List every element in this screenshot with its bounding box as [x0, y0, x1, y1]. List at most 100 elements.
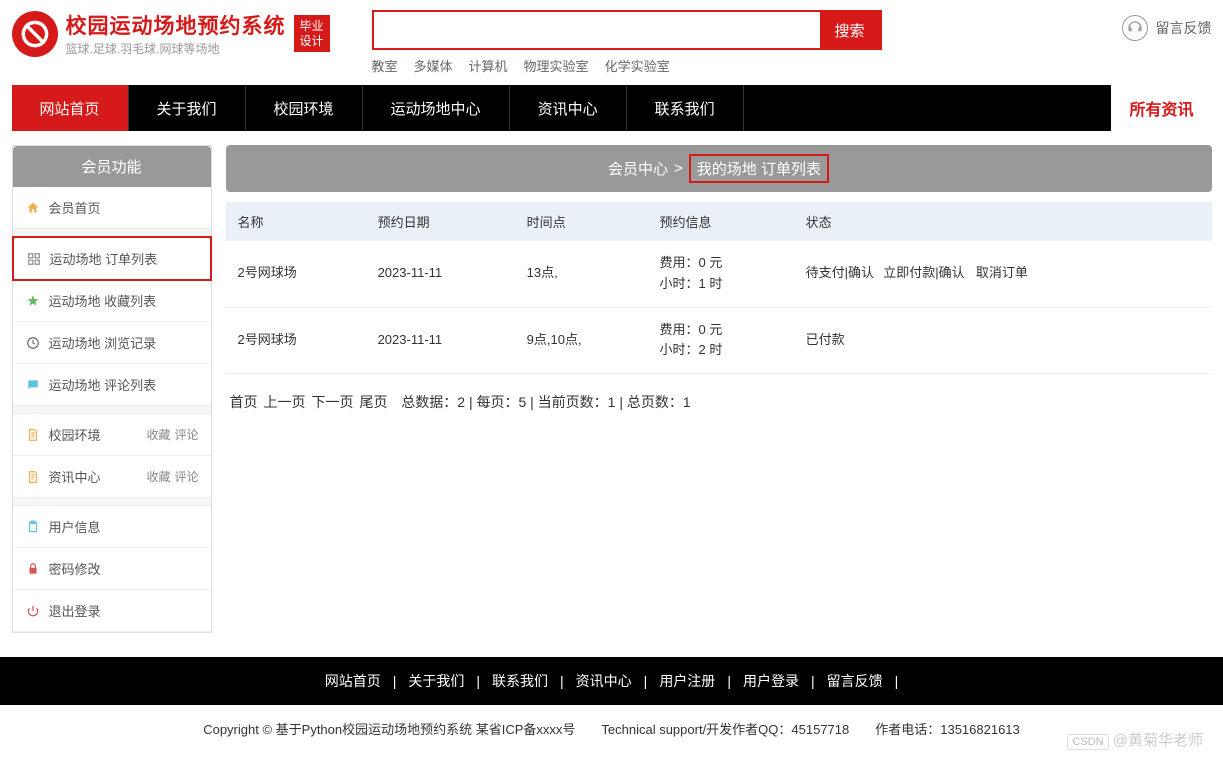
sidebar-sub-links: 收藏评论: [142, 426, 198, 443]
table-cell-info: 费用：0 元小时：1 时: [647, 241, 793, 307]
pagination-link[interactable]: 下一页: [312, 394, 354, 410]
nav-item[interactable]: 运动场地中心: [363, 85, 510, 131]
table-cell: 9点,10点,: [515, 307, 648, 374]
watermark-text: @黄菊华老师: [1113, 732, 1203, 749]
sidebar-item[interactable]: 运动场地 评论列表: [13, 364, 211, 406]
brand-title: 校园运动场地预约系统: [66, 10, 286, 40]
footer-link[interactable]: 关于我们: [408, 673, 464, 689]
breadcrumb-parent[interactable]: 会员中心: [608, 158, 668, 179]
feedback-link[interactable]: 留言反馈: [1122, 10, 1212, 41]
sidebar-item[interactable]: 校园环境 收藏评论: [13, 414, 211, 456]
footer-separator: |: [811, 673, 815, 689]
table-cell: 2号网球场: [226, 241, 366, 307]
nav-item[interactable]: 校园环境: [246, 85, 363, 131]
search-quick-link[interactable]: 教室: [372, 59, 398, 74]
footer-separator: |: [560, 673, 564, 689]
nav-item[interactable]: 网站首页: [12, 85, 129, 131]
sidebar-sub-link[interactable]: 评论: [174, 470, 198, 484]
comment-icon: [25, 377, 41, 393]
footer-link[interactable]: 网站首页: [325, 673, 381, 689]
sidebar-item[interactable]: 资讯中心 收藏评论: [13, 456, 211, 498]
sidebar-item-label: 资讯中心: [49, 467, 101, 486]
nav-item[interactable]: 关于我们: [129, 85, 246, 131]
grid-icon: [26, 251, 42, 267]
header: 校园运动场地预约系统 篮球.足球.羽毛球.网球等场地 毕业设计 搜索 教室 多媒体…: [12, 0, 1212, 85]
sidebar-sub-link[interactable]: 收藏: [146, 470, 170, 484]
copyright: Copyright © 基于Python校园运动场地预约系统 某省ICP备xxx…: [0, 705, 1223, 758]
footer-link[interactable]: 联系我们: [492, 673, 548, 689]
sidebar-item[interactable]: 运动场地 浏览记录: [13, 322, 211, 364]
sidebar-item-label: 运动场地 评论列表: [49, 375, 157, 394]
sidebar-item-label: 运动场地 浏览记录: [49, 333, 157, 352]
footer-link[interactable]: 资讯中心: [576, 673, 632, 689]
table-header: 状态: [794, 202, 1212, 241]
footer-separator: |: [476, 673, 480, 689]
sidebar-item-label: 用户信息: [49, 517, 101, 536]
table-row: 2号网球场2023-11-119点,10点,费用：0 元小时：2 时已付款: [226, 307, 1212, 374]
footer-link[interactable]: 用户注册: [659, 673, 715, 689]
doc-icon: [25, 469, 41, 485]
pagination-link[interactable]: 首页: [230, 394, 258, 410]
table-header: 预约日期: [366, 202, 515, 241]
headset-icon: [1122, 15, 1148, 41]
clipboard-icon: [25, 519, 41, 535]
pagination-link[interactable]: 尾页: [360, 394, 388, 410]
sidebar: 会员功能 会员首页运动场地 订单列表运动场地 收藏列表运动场地 浏览记录运动场地…: [12, 145, 212, 633]
brand-subtitle: 篮球.足球.羽毛球.网球等场地: [66, 40, 286, 57]
sidebar-sub-links: 收藏评论: [142, 468, 198, 485]
search-quick-link[interactable]: 计算机: [469, 59, 508, 74]
brand-badge: 毕业设计: [294, 15, 330, 52]
footer-separator: |: [644, 673, 648, 689]
table-header: 时间点: [515, 202, 648, 241]
search-box: 搜索: [372, 10, 882, 50]
sidebar-separator: [13, 406, 211, 414]
logo-icon: [12, 11, 58, 57]
doc-icon: [25, 427, 41, 443]
table-header: 预约信息: [647, 202, 793, 241]
search-quick-links: 教室 多媒体 计算机 物理实验室 化学实验室: [372, 56, 1122, 75]
search-quick-link[interactable]: 化学实验室: [605, 59, 670, 74]
watermark-logo: CSDN: [1067, 734, 1108, 750]
home-icon: [25, 200, 41, 216]
sidebar-item-label: 校园环境: [49, 425, 101, 444]
feedback-label: 留言反馈: [1156, 18, 1212, 38]
sidebar-item[interactable]: 密码修改: [13, 548, 211, 590]
sidebar-item-label: 运动场地 收藏列表: [49, 291, 157, 310]
footer-separator: |: [895, 673, 899, 689]
footer-link[interactable]: 留言反馈: [827, 673, 883, 689]
sidebar-sub-link[interactable]: 收藏: [146, 428, 170, 442]
footer-separator: |: [727, 673, 731, 689]
footer-link[interactable]: 用户登录: [743, 673, 799, 689]
nav-item[interactable]: 联系我们: [627, 85, 744, 131]
nav-item[interactable]: 资讯中心: [510, 85, 627, 131]
table-row: 2号网球场2023-11-1113点,费用：0 元小时：1 时待支付|确认 立即…: [226, 241, 1212, 307]
nav-all-news[interactable]: 所有资讯: [1111, 85, 1211, 131]
sidebar-item[interactable]: 运动场地 订单列表: [12, 236, 212, 281]
footer-separator: |: [393, 673, 397, 689]
search-quick-link[interactable]: 物理实验室: [524, 59, 589, 74]
status-text: 待支付|确认: [806, 265, 874, 280]
sidebar-item[interactable]: 会员首页: [13, 187, 211, 229]
table-cell: 13点,: [515, 241, 648, 307]
pagination-info: 总数据：2 | 每页：5 | 当前页数：1 | 总页数：1: [394, 394, 691, 410]
search-input[interactable]: [374, 12, 820, 48]
sidebar-sub-link[interactable]: 评论: [174, 428, 198, 442]
watermark: CSDN @黄菊华老师: [1067, 729, 1203, 750]
sidebar-item[interactable]: 退出登录: [13, 590, 211, 632]
search-quick-link[interactable]: 多媒体: [414, 59, 453, 74]
table-cell: 2023-11-11: [366, 241, 515, 307]
row-action[interactable]: 立即付款|确认: [883, 265, 964, 280]
search-button[interactable]: 搜索: [820, 12, 880, 48]
sidebar-item-label: 运动场地 订单列表: [50, 249, 158, 268]
table-cell: 2023-11-11: [366, 307, 515, 374]
table-cell: 2号网球场: [226, 307, 366, 374]
sidebar-item-label: 退出登录: [49, 601, 101, 620]
table-cell-status: 待支付|确认 立即付款|确认 取消订单: [794, 241, 1212, 307]
sidebar-item[interactable]: 用户信息: [13, 506, 211, 548]
status-text: 已付款: [806, 332, 845, 347]
star-icon: [25, 293, 41, 309]
breadcrumb-separator: >: [674, 160, 683, 177]
sidebar-item[interactable]: 运动场地 收藏列表: [13, 280, 211, 322]
pagination-link[interactable]: 上一页: [264, 394, 306, 410]
row-action[interactable]: 取消订单: [976, 265, 1028, 280]
